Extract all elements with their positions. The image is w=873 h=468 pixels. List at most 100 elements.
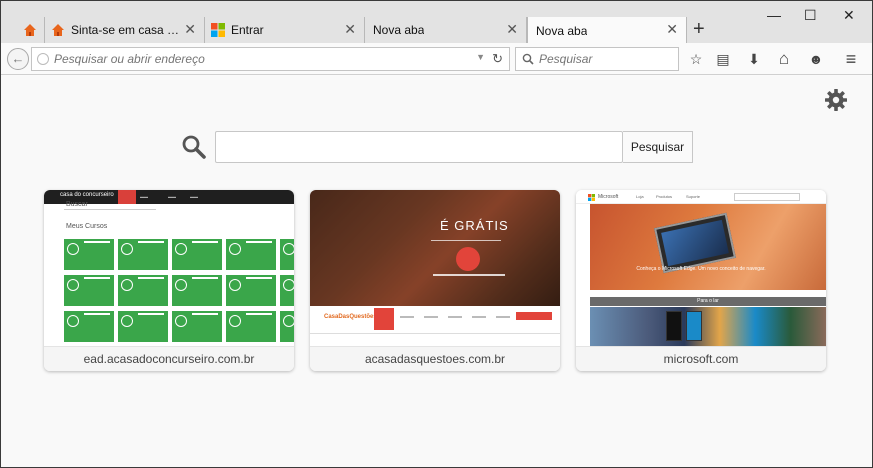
tab-close-icon[interactable]: ✕ xyxy=(184,21,196,37)
tab-sinta-se[interactable]: Sinta-se em casa para... ✕ xyxy=(45,17,205,43)
thumb-logo-text: CasaDasQuestões xyxy=(324,314,377,320)
tile-label: acasadasquestoes.com.br xyxy=(310,346,560,371)
course-card xyxy=(64,311,114,342)
home-orange-icon xyxy=(24,24,36,36)
thumb-product-strip xyxy=(590,307,826,346)
new-tab-page: Pesquisar casa do concurseiro ▬▬ ▬▬ ▬▬ B… xyxy=(1,76,872,467)
thumb-nav-item xyxy=(496,316,510,318)
thumb-cta-circle xyxy=(456,247,480,271)
tab-close-icon[interactable]: ✕ xyxy=(666,21,678,37)
hamburger-menu-icon[interactable]: ≡ xyxy=(842,50,860,68)
windows-logo-icon xyxy=(211,23,225,37)
course-card xyxy=(226,239,276,270)
web-search-area: Pesquisar xyxy=(181,131,693,163)
thumb-cta-button xyxy=(516,312,552,320)
thumb-nav-item: ▬▬ xyxy=(140,194,148,199)
thumb-nav-item: Produtos xyxy=(656,194,673,199)
home-orange-icon xyxy=(52,24,64,36)
thumb-nav-item: ▬▬ xyxy=(190,194,198,199)
tile-label: ead.acasadoconcurseiro.com.br xyxy=(44,346,294,371)
tab-strip: Sinta-se em casa para... ✕ Entrar ✕ Nova… xyxy=(1,1,872,44)
course-card xyxy=(172,311,222,342)
close-window-button[interactable]: ✕ xyxy=(843,7,855,24)
tab-title: Nova aba xyxy=(373,23,425,37)
thumb-nav-active xyxy=(118,190,136,204)
reload-icon[interactable]: ↻ xyxy=(492,51,503,67)
back-button[interactable]: ← xyxy=(7,48,29,70)
new-tab-button[interactable]: + xyxy=(693,19,705,39)
tab-nova-aba[interactable]: Nova aba ✕ xyxy=(365,17,527,43)
thumb-hero-overlay xyxy=(310,190,560,306)
thumb-logo-text: casa do concurseiro xyxy=(60,192,114,198)
tile-thumbnail: É GRÁTIS CasaDasQuestões xyxy=(310,190,560,346)
url-bar[interactable]: ▼ ↻ xyxy=(31,47,510,71)
thumb-nav-item: Suporte xyxy=(686,194,701,199)
url-input[interactable] xyxy=(54,52,454,66)
tab-entrar[interactable]: Entrar ✕ xyxy=(205,17,365,43)
thumb-divider xyxy=(64,209,156,210)
thumb-meus-cursos-label: Meus Cursos xyxy=(66,223,108,230)
thumb-navbar xyxy=(310,306,560,334)
search-icon xyxy=(522,53,534,65)
course-card xyxy=(118,275,168,306)
globe-icon xyxy=(37,53,49,65)
course-card xyxy=(118,239,168,270)
thumb-nav-item xyxy=(400,316,414,318)
course-card xyxy=(280,311,294,342)
thumb-nav-item xyxy=(424,316,438,318)
course-card xyxy=(118,311,168,342)
course-card xyxy=(64,275,114,306)
hello-chat-icon[interactable]: ☻ xyxy=(807,50,825,68)
thumb-search-box xyxy=(734,193,800,201)
top-site-tile[interactable]: casa do concurseiro ▬▬ ▬▬ ▬▬ Buscar Meus… xyxy=(44,190,294,371)
thumb-caption-line xyxy=(433,274,505,276)
minimize-button[interactable]: — xyxy=(767,7,781,23)
reading-list-icon[interactable]: ▤ xyxy=(714,50,732,68)
top-site-tile[interactable]: É GRÁTIS CasaDasQuestões acasadasquestoe… xyxy=(310,190,560,371)
thumb-nav-item xyxy=(472,316,486,318)
thumb-phone-image xyxy=(686,311,702,341)
course-card xyxy=(226,275,276,306)
navigation-bar: ← ▼ ↻ ☆ ▤ ⬇ ⌂ ☻ ≡ xyxy=(1,43,872,75)
course-card xyxy=(172,275,222,306)
thumb-buscar-label: Buscar xyxy=(66,201,88,208)
thumb-nav-item: ▬▬ xyxy=(168,194,176,199)
url-dropdown-icon[interactable]: ▼ xyxy=(476,52,485,62)
search-bar[interactable] xyxy=(515,47,679,71)
tab-close-icon[interactable]: ✕ xyxy=(506,21,518,37)
thumb-phone-image xyxy=(666,311,682,341)
thumb-nav-item: Loja xyxy=(636,194,644,199)
thumb-brand-text: Microsoft xyxy=(598,194,619,200)
download-icon[interactable]: ⬇ xyxy=(745,50,763,68)
top-site-tile[interactable]: Microsoft Loja Produtos Suporte Conheça … xyxy=(576,190,826,371)
windows-logo-icon xyxy=(588,194,595,201)
course-card xyxy=(64,239,114,270)
course-card xyxy=(280,275,294,306)
tab-title: Entrar xyxy=(231,23,264,37)
gear-icon[interactable] xyxy=(824,88,848,112)
course-card xyxy=(172,239,222,270)
thumb-headline: É GRÁTIS xyxy=(440,218,509,233)
browser-window: Sinta-se em casa para... ✕ Entrar ✕ Nova… xyxy=(0,0,873,468)
course-card xyxy=(226,311,276,342)
web-search-button[interactable]: Pesquisar xyxy=(623,131,693,163)
tab-title: Nova aba xyxy=(536,23,588,38)
search-input[interactable] xyxy=(539,52,669,66)
thumb-nav-item xyxy=(448,316,462,318)
search-icon xyxy=(182,135,206,159)
web-search-input[interactable] xyxy=(215,131,623,163)
course-card xyxy=(280,239,294,270)
tab-pinned-home[interactable] xyxy=(1,17,45,43)
thumb-section-title: Para o lar xyxy=(590,297,826,306)
thumb-divider xyxy=(431,240,501,241)
bookmark-star-icon[interactable]: ☆ xyxy=(687,50,705,68)
tab-close-icon[interactable]: ✕ xyxy=(344,21,356,37)
home-icon[interactable]: ⌂ xyxy=(775,50,793,68)
maximize-button[interactable]: ☐ xyxy=(804,7,817,24)
tab-title: Sinta-se em casa para... xyxy=(71,23,183,37)
tile-thumbnail: Microsoft Loja Produtos Suporte Conheça … xyxy=(576,190,826,346)
tile-label: microsoft.com xyxy=(576,346,826,371)
tile-thumbnail: casa do concurseiro ▬▬ ▬▬ ▬▬ Buscar Meus… xyxy=(44,190,294,346)
thumb-hero-text: Conheça o Microsoft Edge. Um novo concei… xyxy=(636,266,766,272)
tab-nova-aba-active[interactable]: Nova aba ✕ xyxy=(527,17,687,44)
